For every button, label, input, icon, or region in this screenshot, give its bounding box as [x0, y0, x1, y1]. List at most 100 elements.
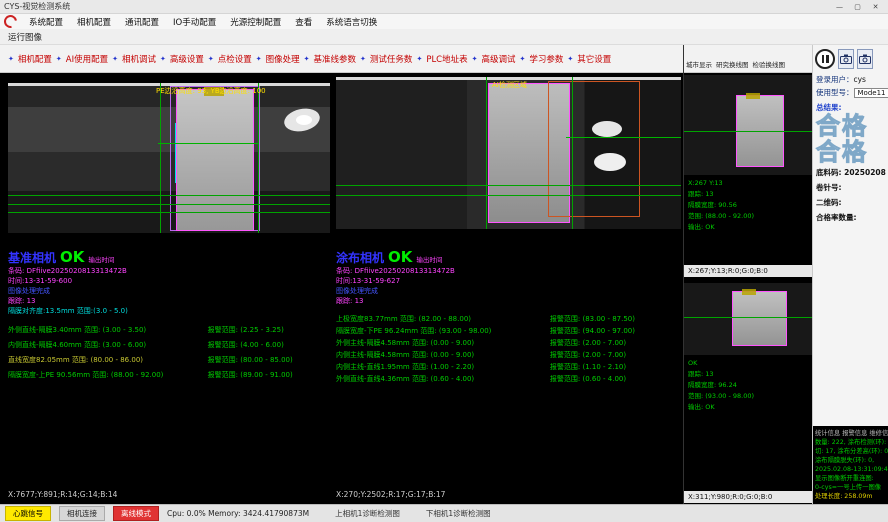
camera-name: 基准相机: [8, 249, 56, 266]
model-label: 使用型号：: [816, 88, 854, 97]
preview-text-line: X:267 Y:13: [688, 178, 808, 189]
ai-area-label: AI检测区域: [492, 80, 527, 90]
preview-text-line: 输出: OK: [688, 222, 808, 233]
measure-line: [175, 123, 176, 183]
main-canvas: PE边沿高度: 93, YB边沿高度: 100 AI检测区域 基准相机 OK 输…: [0, 73, 683, 504]
menu-item[interactable]: 查看: [288, 16, 319, 28]
left-result-block: 基准相机 OK 输出时间 条码: DFfiive2025020813313472…: [8, 248, 330, 383]
camera-link-badge: 相机连接: [59, 506, 105, 521]
tab-run-image[interactable]: 运行图像: [8, 31, 42, 43]
preview-tab[interactable]: 研究换线图: [716, 59, 749, 69]
guide-line: [8, 212, 330, 213]
app-logo-icon: [1, 12, 19, 30]
stats-line: 数量: 222, 涂布检测(环):: [815, 438, 886, 447]
result-status: OK: [388, 248, 412, 266]
result-status: OK: [60, 248, 84, 266]
preview-text-line: 隔膜宽度: 90.56: [688, 200, 808, 211]
title-bar: CYS-视觉检测系统 — ▢ ✕: [0, 0, 888, 14]
right-pixel-coords: X:270;Y:2502;R:17;G:17;B:17: [336, 490, 445, 499]
toolbar-item[interactable]: 基准线参数: [302, 53, 358, 65]
toolbar-item[interactable]: 高级设置: [158, 53, 206, 65]
guide-segment: [158, 143, 258, 144]
stats-line: 0-cys=一号上传一图像: [815, 483, 886, 492]
toolbar-item[interactable]: 相机配置: [6, 53, 54, 65]
toolbar-item[interactable]: 点检设置: [206, 53, 254, 65]
measurement-row: 隔膜宽度-上PE 90.56mm 范围: (88.00 - 92.00) 报警范…: [8, 368, 330, 383]
toolbar-item[interactable]: 测试任务数: [358, 53, 414, 65]
process-line: 图像处理完成: [8, 286, 330, 296]
measurement-rows: 外侧直线-隔膜3.40mm 范围: (3.00 - 3.50) 报警范围: (2…: [8, 323, 330, 383]
preview-text-line: 范围: (93.00 - 98.00): [688, 391, 808, 402]
menu-item[interactable]: 系统配置: [22, 16, 70, 28]
total-result-label: 总结果:: [813, 99, 888, 113]
result-big-1: 合格: [813, 113, 888, 139]
toolbar-item[interactable]: PLC地址表: [414, 53, 469, 65]
barcode-line: 条码: DFfiive2025020813313472B: [336, 266, 681, 276]
bottom-camera-diagnostic-link[interactable]: 下相机1诊断检测图: [426, 508, 491, 519]
info-panel: 登录用户：cys 使用型号：Mode11 总结果: 合格 合格 底料码: 202…: [812, 45, 888, 504]
toolbar-item[interactable]: AI使用配置: [54, 53, 110, 65]
preview-2-coords: X:311;Y:980;R:0;G:0;B:0: [684, 491, 812, 503]
preview-text-line: 跟踪: 13: [688, 189, 808, 200]
process-line: 图像处理完成: [336, 286, 681, 296]
result-sub: 输出时间: [88, 254, 114, 264]
stats-block: 统计信息 报警信息 维修信息 数量: 222, 涂布检测(环):切: 17, 涂…: [813, 426, 888, 504]
close-icon[interactable]: ✕: [867, 1, 884, 13]
right-camera-view[interactable]: AI检测区域: [336, 77, 681, 229]
info-field: 底料码: 20250208: [813, 165, 888, 180]
preview-2-image[interactable]: [684, 283, 812, 355]
camera-bottom-button[interactable]: [857, 49, 873, 69]
info-fields: 底料码: 20250208 卷针号: 二维码: 合格率数量:: [813, 165, 888, 225]
info-field: 卷针号:: [813, 180, 888, 195]
camera-top-button[interactable]: [838, 49, 854, 69]
maximize-icon[interactable]: ▢: [849, 1, 866, 13]
pause-icon: [822, 55, 825, 63]
camera-name: 涂布相机: [336, 249, 384, 266]
guide-line: [8, 195, 330, 196]
menu-item[interactable]: 相机配置: [70, 16, 118, 28]
toolbar-item[interactable]: 其它设置: [565, 53, 613, 65]
toolbar-item[interactable]: 高级调试: [470, 53, 518, 65]
measurement-row: 外侧直线-隔膜3.40mm 范围: (3.00 - 3.50) 报警范围: (2…: [8, 323, 330, 338]
align-line: 隔膜对齐度:13.5mm 范围:(3.0 - 5.0): [8, 306, 330, 316]
preview-1-image[interactable]: [684, 75, 812, 175]
toolbar-item[interactable]: 图像处理: [254, 53, 302, 65]
menu-item[interactable]: 系统语言切换: [319, 16, 384, 28]
track-line: 跟踪: 13: [336, 296, 681, 306]
top-camera-diagnostic-link[interactable]: 上相机1诊断检测图: [335, 508, 400, 519]
login-label: 登录用户：: [816, 75, 854, 84]
preview-text-line: 输出: OK: [688, 402, 808, 413]
preview-text-line: OK: [688, 358, 808, 369]
left-camera-view[interactable]: PE边沿高度: 93, YB边沿高度: 100: [8, 83, 330, 233]
preview-text-line: 范围: (88.00 - 92.00): [688, 211, 808, 222]
guide-line: [486, 77, 487, 229]
preview-column: 城市显示研究换线图检验换线图 X:267 Y:13跟踪: 13隔膜宽度: 90.…: [683, 45, 812, 504]
menu-bar: 系统配置相机配置通讯配置IO手动配置光源控制配置查看系统语言切换: [0, 14, 888, 29]
preview-1-text: X:267 Y:13跟踪: 13隔膜宽度: 90.56范围: (88.00 - …: [684, 175, 812, 265]
left-pixel-coords: X:7677;Y:891;R:14;G:14;B:14: [8, 490, 117, 499]
preview-tabs: 城市显示研究换线图检验换线图: [684, 45, 812, 73]
stats-header: 统计信息 报警信息 维修信息: [815, 428, 886, 437]
measurement-row: 内侧直线-隔膜4.60mm 范围: (3.00 - 6.00) 报警范围: (4…: [8, 338, 330, 353]
menu-items: 系统配置相机配置通讯配置IO手动配置光源控制配置查看系统语言切换: [22, 16, 384, 28]
minimize-icon[interactable]: —: [831, 1, 848, 13]
time-line: 时间:13-31-59-600: [8, 276, 330, 286]
menu-item[interactable]: 通讯配置: [118, 16, 166, 28]
menu-item[interactable]: 光源控制配置: [223, 16, 288, 28]
measurement-row: 上极宽度83.77mm 范围: (82.00 - 88.00) 报警范围: (8…: [336, 313, 681, 325]
debris-blob: [296, 115, 312, 125]
cpu-memory-text: Cpu: 0.0% Memory: 3424.41790873M: [167, 509, 309, 518]
heartbeat-badge: 心跳信号: [5, 506, 51, 521]
preview-tab[interactable]: 检验换线图: [753, 59, 786, 69]
preview-tab[interactable]: 城市显示: [686, 59, 712, 69]
preview-text-line: 隔膜宽度: 96.24: [688, 380, 808, 391]
pause-button[interactable]: [815, 49, 835, 69]
model-value[interactable]: Mode11: [854, 88, 888, 98]
menu-item[interactable]: IO手动配置: [166, 16, 223, 28]
stats-line: 处理长度: 258.09m: [815, 492, 886, 501]
edge-height-label: PE边沿高度: 93, YB边沿高度: 100: [156, 86, 266, 96]
guide-line: [160, 83, 161, 233]
toolbar-item[interactable]: 学习参数: [518, 53, 566, 65]
toolbar-item[interactable]: 相机调试: [110, 53, 158, 65]
stats-line: 2025.02.08-13:31:09:45-: [815, 465, 886, 474]
